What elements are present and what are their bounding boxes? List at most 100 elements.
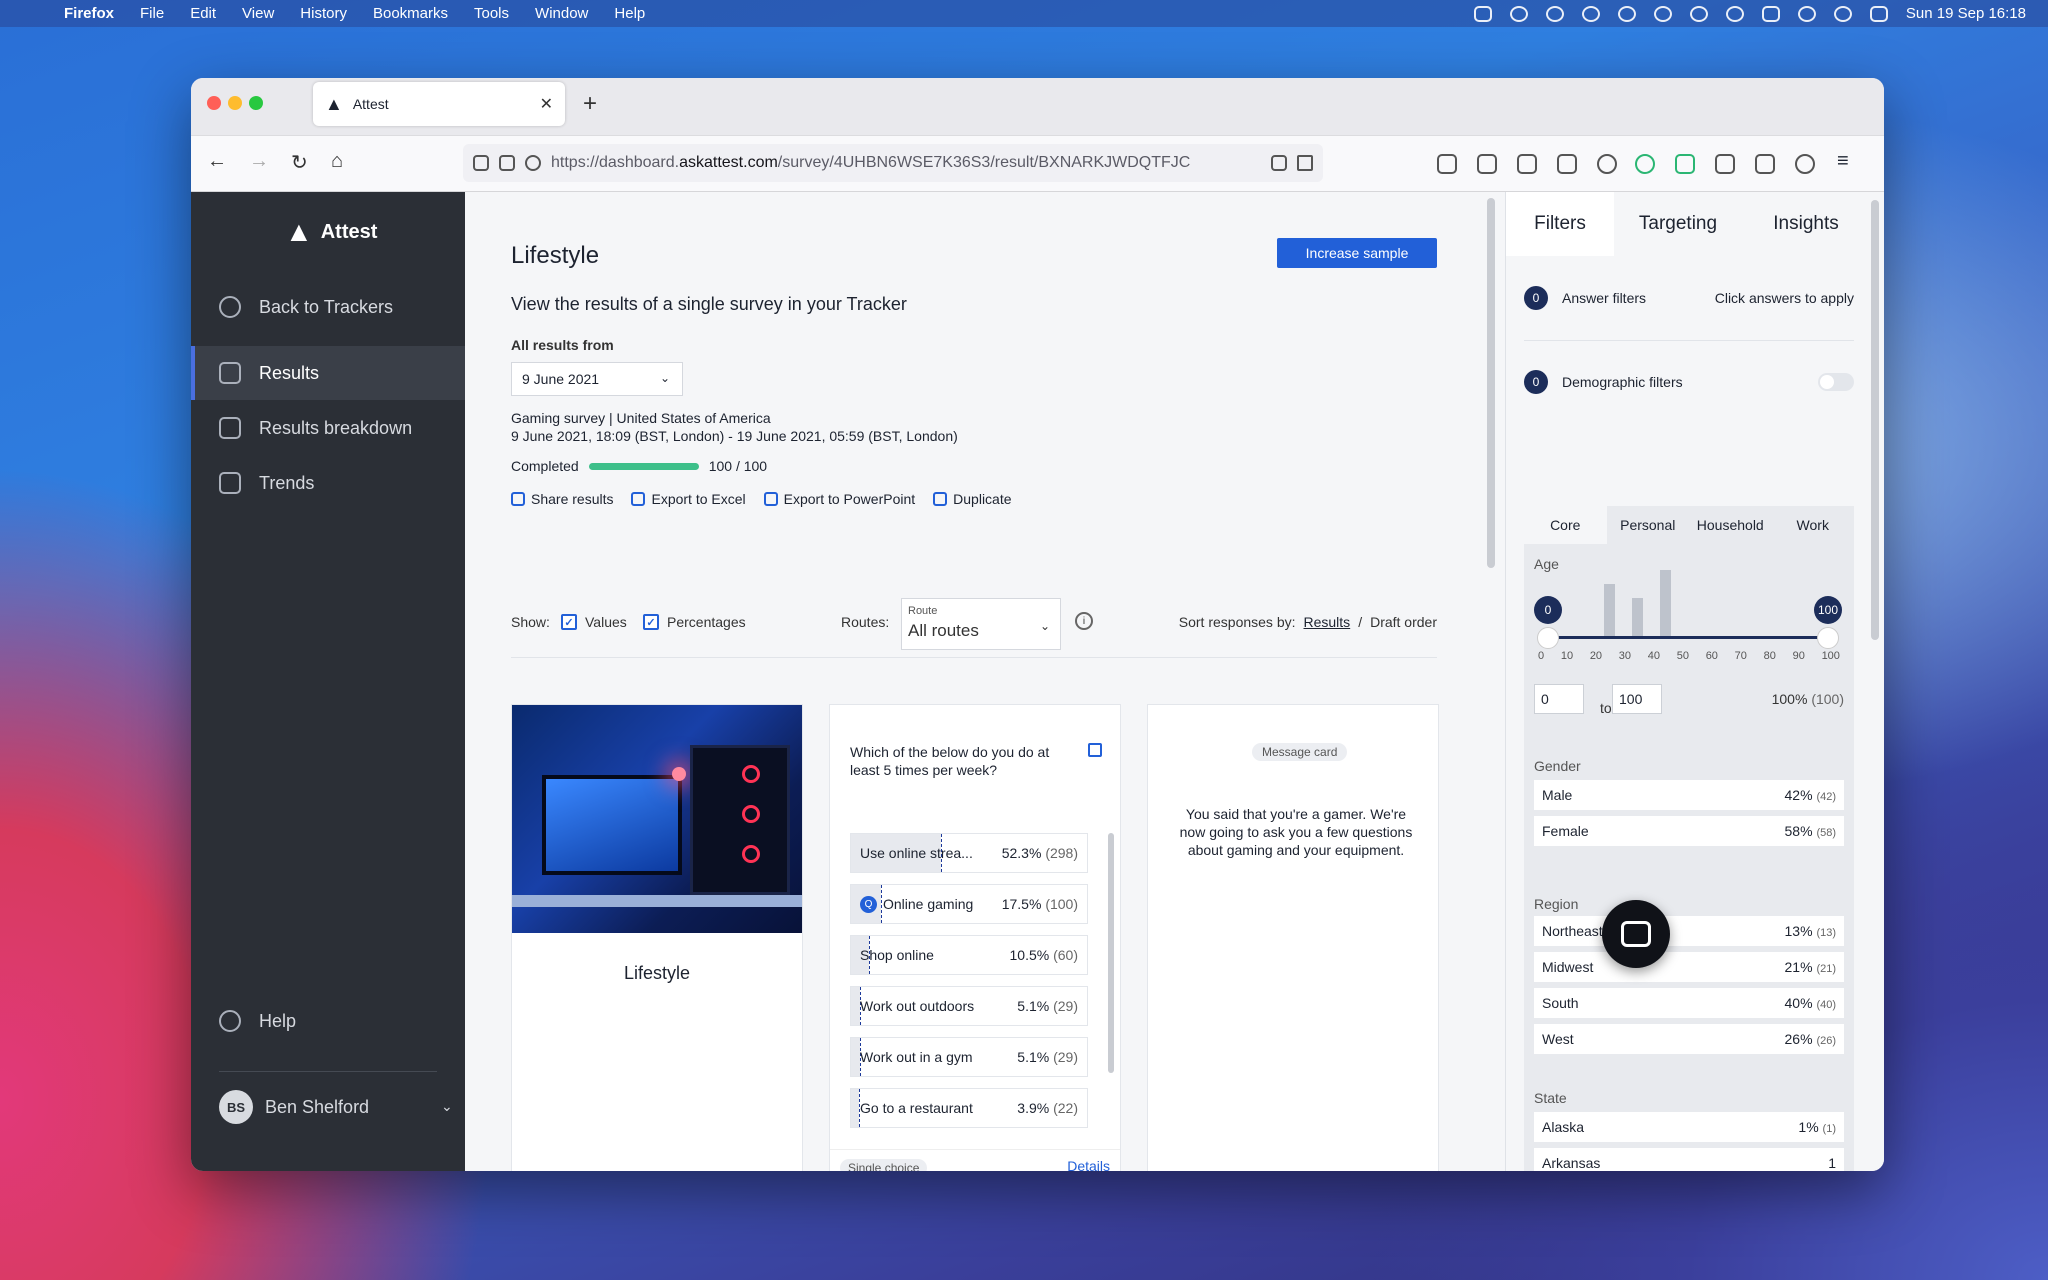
menu-history[interactable]: History bbox=[300, 5, 347, 22]
extension-c-icon[interactable] bbox=[1755, 154, 1775, 174]
privacy-icon[interactable] bbox=[1715, 154, 1735, 174]
answer-row[interactable]: Q Online gaming 17.5% (100) bbox=[850, 884, 1088, 924]
gender-option[interactable]: Female 58% (58) bbox=[1534, 816, 1844, 846]
extension-a-icon[interactable] bbox=[1597, 154, 1617, 174]
sort-draft-order-link[interactable]: Draft order bbox=[1370, 614, 1437, 630]
close-tab-icon[interactable]: ✕ bbox=[540, 94, 553, 114]
search-icon[interactable] bbox=[1833, 5, 1852, 22]
airdrop-icon[interactable] bbox=[1725, 5, 1744, 22]
menu-bookmarks[interactable]: Bookmarks bbox=[373, 5, 448, 22]
export-powerpoint-button[interactable]: Export to PowerPoint bbox=[763, 491, 915, 507]
minimize-window-button[interactable] bbox=[228, 96, 242, 110]
upload-icon[interactable] bbox=[1617, 5, 1636, 22]
lock-icon[interactable] bbox=[499, 155, 515, 171]
answer-row[interactable]: Go to a restaurant 3.9% (22) bbox=[850, 1088, 1088, 1128]
region-option[interactable]: South 40% (40) bbox=[1534, 988, 1844, 1018]
menu-tools[interactable]: Tools bbox=[474, 5, 509, 22]
copy-question-icon[interactable] bbox=[1088, 743, 1102, 757]
age-max-handle[interactable] bbox=[1817, 627, 1839, 649]
sidebar-item-trends[interactable]: Trends bbox=[191, 456, 465, 510]
route-select[interactable]: Route All routes ⌄ bbox=[901, 598, 1061, 650]
bookmark-star-icon[interactable] bbox=[1297, 155, 1313, 171]
age-slider-track[interactable] bbox=[1548, 636, 1828, 639]
region-option[interactable]: Midwest 21% (21) bbox=[1534, 952, 1844, 982]
menu-window[interactable]: Window bbox=[535, 5, 588, 22]
grammarly-icon[interactable] bbox=[1635, 154, 1655, 174]
forward-arrow-icon[interactable]: → bbox=[249, 150, 269, 173]
wifi-icon[interactable] bbox=[1797, 5, 1816, 22]
values-checkbox[interactable]: ✓ Values bbox=[561, 614, 627, 630]
details-link[interactable]: Details bbox=[1067, 1158, 1110, 1171]
panel-scrollbar[interactable] bbox=[1871, 200, 1879, 640]
back-arrow-icon[interactable]: ← bbox=[207, 150, 227, 173]
tab-personal[interactable]: Personal bbox=[1607, 506, 1690, 544]
gender-option[interactable]: Male 42% (42) bbox=[1534, 780, 1844, 810]
results-from-select[interactable]: 9 June 2021 ⌄ bbox=[511, 362, 683, 396]
answer-row[interactable]: Shop online 10.5% (60) bbox=[850, 935, 1088, 975]
menu-help[interactable]: Help bbox=[614, 5, 645, 22]
sidebar-item-results[interactable]: Results bbox=[191, 346, 465, 400]
answer-row[interactable]: Work out outdoors 5.1% (29) bbox=[850, 986, 1088, 1026]
tab-household[interactable]: Household bbox=[1689, 506, 1772, 544]
cleaner-icon[interactable] bbox=[1509, 5, 1528, 22]
reload-icon[interactable]: ↻ bbox=[291, 150, 308, 175]
help-link[interactable]: Help bbox=[191, 994, 465, 1048]
tab-filters[interactable]: Filters bbox=[1506, 192, 1614, 256]
attest-logo[interactable]: ▲ Attest bbox=[285, 216, 377, 248]
zoom-window-button[interactable] bbox=[249, 96, 263, 110]
tab-insights[interactable]: Insights bbox=[1742, 192, 1870, 256]
duplicate-button[interactable]: Duplicate bbox=[933, 491, 1012, 507]
main-scrollbar[interactable] bbox=[1487, 198, 1495, 568]
age-min-handle[interactable] bbox=[1537, 627, 1559, 649]
menubar-clock[interactable]: Sun 19 Sep 16:18 bbox=[1906, 5, 2026, 22]
share-results-button[interactable]: Share results bbox=[511, 491, 613, 507]
age-to-input[interactable]: 100 bbox=[1612, 684, 1662, 714]
back-to-trackers-link[interactable]: Back to Trackers bbox=[191, 280, 465, 334]
new-tab-button[interactable]: + bbox=[583, 90, 597, 118]
answer-row[interactable]: Work out in a gym 5.1% (29) bbox=[850, 1037, 1088, 1077]
image-card[interactable]: Lifestyle bbox=[511, 704, 803, 1171]
menu-file[interactable]: File bbox=[140, 5, 164, 22]
library-icon[interactable] bbox=[1557, 154, 1577, 174]
battery-icon[interactable] bbox=[1761, 5, 1780, 22]
close-window-button[interactable] bbox=[207, 96, 221, 110]
permissions-icon[interactable] bbox=[525, 155, 541, 171]
url-bar[interactable]: https://dashboard. askattest.com/survey/4… bbox=[463, 144, 1323, 182]
sidebar-item-results-breakdown[interactable]: Results breakdown bbox=[191, 401, 465, 455]
reader-view-icon[interactable] bbox=[1271, 155, 1287, 171]
sort-results-link[interactable]: Results bbox=[1304, 614, 1351, 630]
tab-core[interactable]: Core bbox=[1524, 506, 1607, 544]
demographic-filters-toggle[interactable] bbox=[1818, 373, 1854, 391]
info-icon[interactable]: i bbox=[1075, 612, 1093, 630]
state-option[interactable]: Alaska 1% (1) bbox=[1534, 1112, 1844, 1142]
answer-row[interactable]: Use online strea... 52.3% (298) bbox=[850, 833, 1088, 873]
video-icon[interactable] bbox=[1473, 5, 1492, 22]
play-icon[interactable] bbox=[1689, 5, 1708, 22]
tools-icon[interactable] bbox=[1545, 5, 1564, 22]
age-from-input[interactable]: 0 bbox=[1534, 684, 1584, 714]
glasses-icon[interactable] bbox=[1437, 154, 1457, 174]
menu-edit[interactable]: Edit bbox=[190, 5, 216, 22]
chevron-down-icon[interactable]: ⌄ bbox=[441, 1098, 453, 1115]
tab-targeting[interactable]: Targeting bbox=[1614, 192, 1742, 256]
region-option[interactable]: Northeast 13% (13) bbox=[1534, 916, 1844, 946]
password-icon[interactable] bbox=[1581, 5, 1600, 22]
hamburger-menu-icon[interactable]: ≡ bbox=[1837, 150, 1857, 172]
pocket-icon[interactable] bbox=[1477, 154, 1497, 174]
tab-work[interactable]: Work bbox=[1772, 506, 1855, 544]
bluetooth-icon[interactable] bbox=[1653, 5, 1672, 22]
home-icon[interactable]: ⌂ bbox=[331, 150, 343, 173]
answers-scrollbar[interactable] bbox=[1108, 833, 1114, 1073]
extension-b-icon[interactable] bbox=[1675, 154, 1695, 174]
increase-sample-button[interactable]: Increase sample bbox=[1277, 238, 1437, 268]
browser-tab-attest[interactable]: ▲ Attest ✕ bbox=[313, 82, 565, 126]
percentages-checkbox[interactable]: ✓ Percentages bbox=[643, 614, 746, 630]
extension-d-icon[interactable] bbox=[1795, 154, 1815, 174]
state-option[interactable]: Arkansas 1 bbox=[1534, 1148, 1844, 1171]
user-menu[interactable]: BS Ben Shelford ⌄ bbox=[219, 1090, 453, 1124]
export-excel-button[interactable]: Export to Excel bbox=[631, 491, 746, 507]
menu-app-firefox[interactable]: Firefox bbox=[64, 5, 114, 22]
shield-icon[interactable] bbox=[473, 155, 489, 171]
chat-launcher-button[interactable] bbox=[1602, 900, 1670, 968]
region-option[interactable]: West 26% (26) bbox=[1534, 1024, 1844, 1054]
